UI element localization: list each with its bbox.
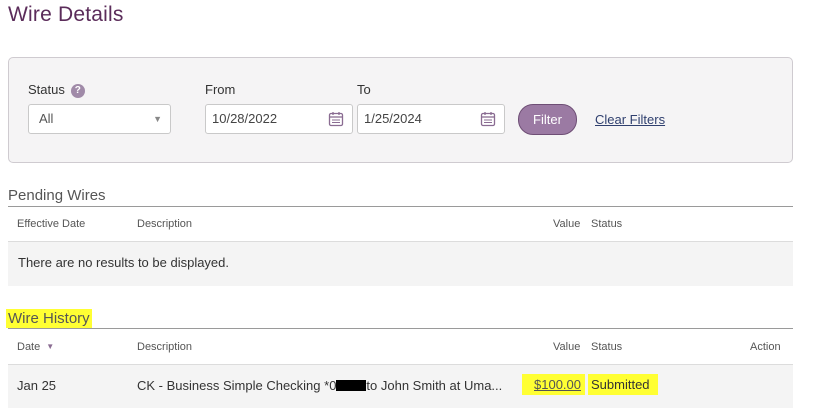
filter-button[interactable]: Filter [518, 104, 577, 135]
status-select[interactable]: All ▼ [28, 104, 171, 134]
pending-col-value: Value [553, 218, 581, 230]
question-circle-icon[interactable]: ? [70, 84, 85, 98]
history-col-date-label: Date [17, 341, 41, 353]
status-label: Status? [28, 82, 85, 98]
history-divider [8, 328, 793, 329]
empty-message: There are no results to be displayed. [18, 255, 230, 270]
from-label: From [205, 82, 236, 97]
redaction-block [336, 380, 367, 391]
to-date-value: 1/25/2024 [364, 111, 422, 126]
to-date-input[interactable]: 1/25/2024 [357, 104, 505, 134]
table-row[interactable]: Jan 25 CK - Business Simple Checking *0 t… [8, 364, 793, 408]
pending-col-description: Description [137, 218, 193, 230]
page-title: Wire Details [8, 3, 124, 26]
pending-wires-title: Pending Wires [8, 187, 106, 204]
calendar-icon[interactable] [480, 111, 496, 127]
history-col-action: Action [750, 341, 781, 353]
status-select-value: All [39, 111, 54, 126]
pending-empty-row: There are no results to be displayed. [8, 241, 793, 286]
pending-col-effective-date[interactable]: Effective Date [17, 218, 85, 230]
clear-filters-link[interactable]: Clear Filters [595, 112, 665, 127]
wire-history-title: Wire History [6, 309, 92, 328]
row-date: Jan 25 [17, 378, 57, 393]
row-value: $100.00 [522, 374, 585, 395]
history-col-description: Description [137, 341, 193, 353]
from-date-input[interactable]: 10/28/2022 [205, 104, 353, 134]
history-col-value: Value [553, 341, 581, 353]
filter-panel: Status? All ▼ From 10/28/2022 To 1/25/20… [8, 57, 793, 163]
to-label: To [357, 82, 371, 97]
chevron-down-icon: ▼ [153, 114, 162, 124]
status-label-text: Status [28, 82, 65, 97]
calendar-icon[interactable] [328, 111, 344, 127]
row-description: CK - Business Simple Checking *0 to John … [137, 378, 502, 393]
row-value-link[interactable]: $100.00 [534, 377, 581, 392]
row-status: Submitted [588, 374, 658, 395]
history-col-date[interactable]: Date ▼ [17, 341, 54, 353]
row-description-prefix: CK - Business Simple Checking *0 [137, 378, 337, 393]
from-date-value: 10/28/2022 [212, 111, 278, 126]
pending-divider [8, 206, 793, 207]
sort-down-icon[interactable]: ▼ [46, 342, 54, 351]
pending-col-status: Status [591, 218, 623, 230]
history-col-status: Status [591, 341, 623, 353]
row-description-suffix: to John Smith at Uma... [366, 378, 503, 393]
